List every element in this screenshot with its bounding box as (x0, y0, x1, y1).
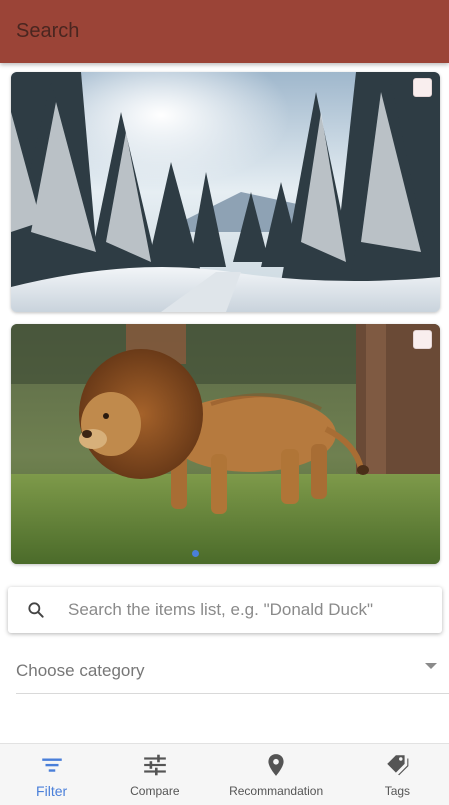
lion-image (11, 324, 440, 564)
snowy-forest-image (11, 72, 440, 312)
nav-label: Recommandation (229, 784, 324, 798)
search-bar[interactable] (8, 587, 442, 633)
carousel-indicator-dot[interactable] (192, 550, 199, 557)
image-card[interactable] (11, 324, 440, 564)
select-checkbox[interactable] (413, 330, 432, 349)
image-card[interactable] (11, 72, 440, 312)
nav-label: Tags (384, 784, 411, 798)
nav-item-compare[interactable]: Compare (103, 744, 206, 805)
search-input[interactable] (68, 600, 428, 620)
sliders-icon (143, 754, 166, 776)
category-select[interactable]: Choose category (16, 648, 449, 694)
tags-icon (387, 755, 409, 776)
select-checkbox[interactable] (413, 78, 432, 97)
dropdown-arrow-icon (425, 663, 437, 669)
search-icon (28, 602, 44, 618)
nav-item-recommandation[interactable]: Recommandation (206, 744, 345, 805)
nav-item-tags[interactable]: Tags (346, 744, 449, 805)
nav-label: Compare (130, 784, 180, 798)
bottom-navigation: Filter Compare Recommandation Tags (0, 743, 449, 805)
location-pin-icon (268, 754, 284, 776)
nav-item-filter[interactable]: Filter (0, 744, 103, 805)
filter-icon (41, 758, 62, 772)
app-bar: Search (0, 0, 449, 63)
nav-label: Filter (36, 783, 68, 799)
page-title: Search (16, 20, 80, 42)
category-select-label: Choose category (16, 660, 145, 680)
